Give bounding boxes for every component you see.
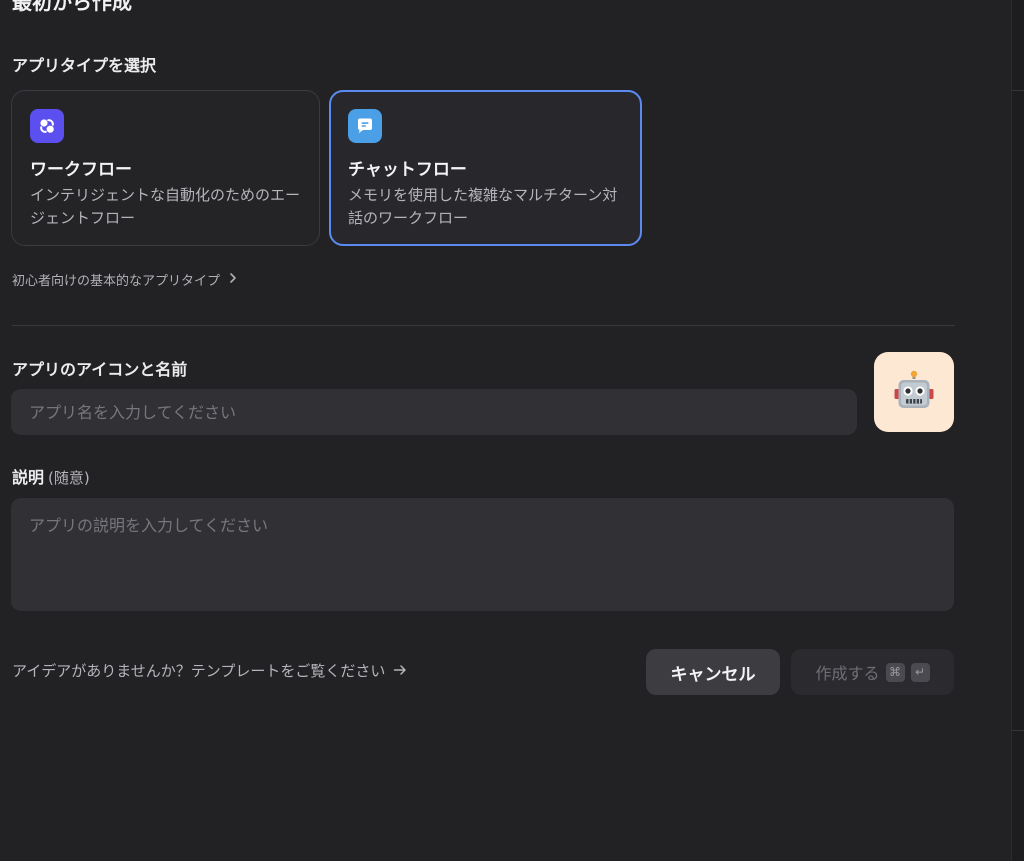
template-link-label: アイデアがありませんか？テンプレートをご覧ください	[12, 662, 386, 680]
app-icon-name-label: アプリのアイコンと名前	[12, 360, 188, 379]
description-textarea[interactable]	[11, 498, 954, 611]
workflow-card[interactable]: ワークフロー インテリジェントな自動化のためのエージェントフロー	[11, 90, 320, 246]
robot-icon	[894, 370, 934, 408]
enter-key-icon: ↵	[910, 662, 930, 682]
chatflow-card-title: チャットフロー	[348, 160, 467, 180]
description-label: 説明	[12, 468, 45, 487]
template-link[interactable]: アイデアがありませんか？テンプレートをご覧ください	[12, 660, 407, 681]
workflow-card-title: ワークフロー	[30, 160, 132, 180]
section-divider	[12, 325, 955, 326]
arrow-right-icon	[393, 662, 407, 680]
page-title: 最初から作成	[12, 0, 132, 14]
app-icon-picker[interactable]	[874, 352, 954, 432]
create-button[interactable]: 作成する ⌘ ↵	[791, 649, 954, 695]
workflow-card-description: インテリジェントな自動化のためのエージェントフロー	[30, 186, 301, 227]
chatflow-card[interactable]: チャットフロー メモリを使用した複雑なマルチターン対話のワークフロー	[329, 90, 642, 246]
command-key-icon: ⌘	[885, 662, 905, 682]
beginner-app-types-link[interactable]: 初心者向けの基本的なアプリタイプ	[12, 270, 238, 289]
cancel-button[interactable]: キャンセル	[646, 649, 780, 695]
app-name-input[interactable]	[11, 389, 857, 435]
create-app-dialog: 最初から作成 アプリタイプを選択 ワークフロー インテリジェントな自動化のための…	[0, 0, 1024, 861]
workflow-icon	[30, 109, 64, 143]
chatflow-card-description: メモリを使用した複雑なマルチターン対話のワークフロー	[348, 186, 618, 227]
beginner-app-types-label: 初心者向けの基本的なアプリタイプ	[12, 274, 221, 289]
app-type-label: アプリタイプを選択	[12, 56, 157, 75]
chat-bubble-icon	[348, 109, 382, 143]
side-panel-edge	[1011, 0, 1024, 861]
description-label-row: 説明 (随意)	[12, 464, 90, 488]
optional-tag: (随意)	[48, 469, 90, 487]
chevron-right-icon	[228, 272, 238, 288]
create-button-label: 作成する	[815, 664, 880, 683]
